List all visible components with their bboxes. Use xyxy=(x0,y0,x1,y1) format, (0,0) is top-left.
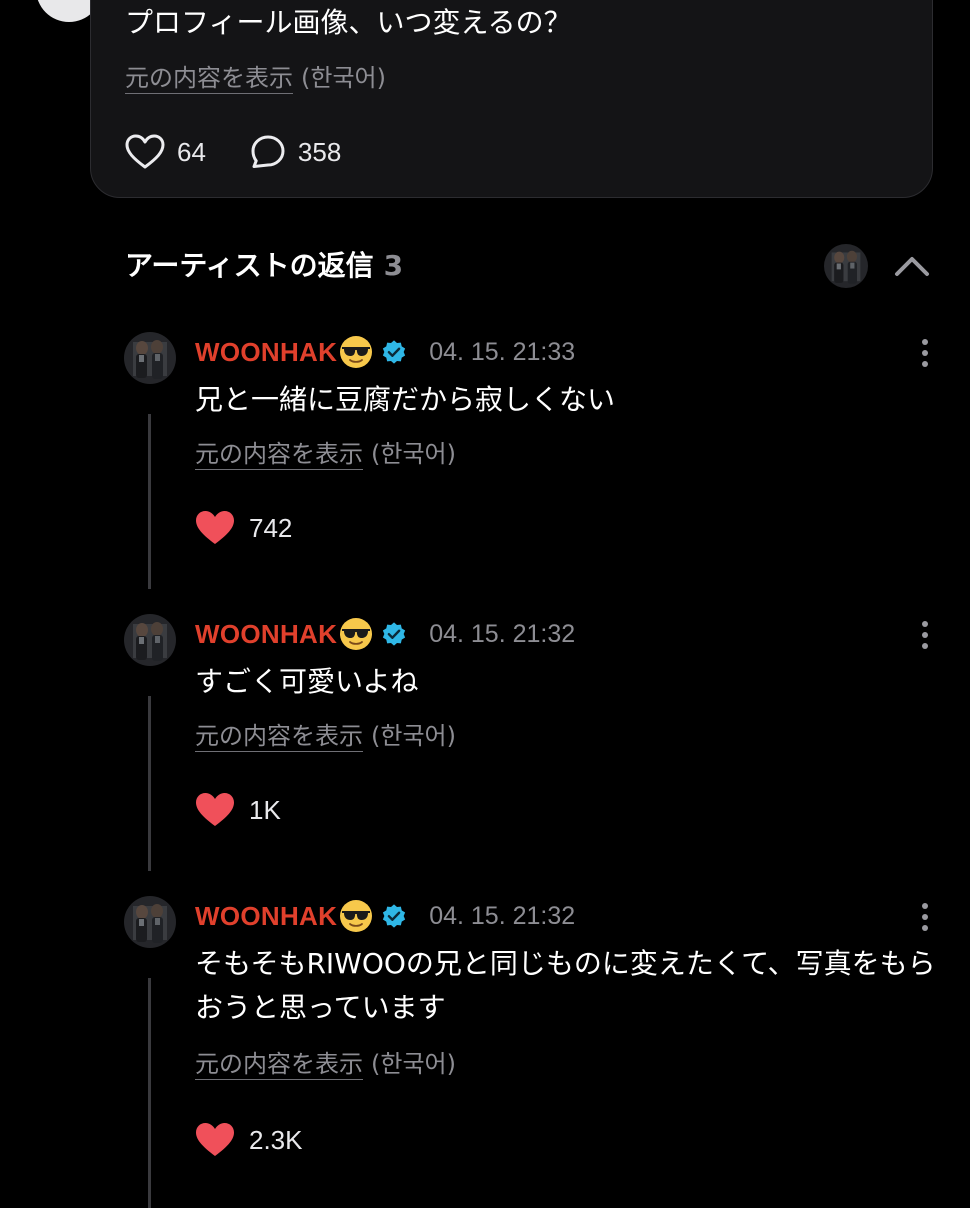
reply-text: そもそもRIWOOの兄と同じものに変えたくて、写真をもらおうと思っています xyxy=(195,947,936,1024)
verified-badge-icon xyxy=(381,339,407,365)
reply-like-button[interactable]: 2.3K xyxy=(195,1122,303,1158)
reply-meta: WOONHAK 04. 15. 21:32 xyxy=(195,898,575,934)
sunglasses-emoji-icon xyxy=(339,617,373,651)
original-language-label: (한국어) xyxy=(301,64,386,92)
post-like-count: 64 xyxy=(177,136,206,167)
vertical-ellipsis-icon[interactable] xyxy=(912,336,938,370)
original-language-label: (한국어) xyxy=(371,722,456,750)
artist-reply: WOONHAK 04. 15. 21:32 そもそもRIWOOの兄と同じものに変… xyxy=(0,896,970,1208)
reply-author-name[interactable]: WOONHAK xyxy=(195,337,337,368)
post-translate-row: 元の内容を表示 (한국어) xyxy=(125,62,386,94)
original-language-label: (한국어) xyxy=(371,440,456,468)
reply-like-button[interactable]: 1K xyxy=(195,792,281,828)
reply-timestamp: 04. 15. 21:32 xyxy=(429,619,576,648)
artist-reply: WOONHAK 04. 15. 21:32 すごく可愛いよね 元の内容を表示 (한… xyxy=(0,614,970,896)
speech-bubble-icon xyxy=(251,135,285,168)
reply-like-count: 2.3K xyxy=(249,1124,303,1155)
reply-author-name[interactable]: WOONHAK xyxy=(195,619,337,650)
post-like-button[interactable]: 64 xyxy=(125,134,206,170)
post-comment-count: 358 xyxy=(297,136,342,167)
artist-reply: WOONHAK 04. 15. 21:33 兄と一緒に豆腐だから寂しくない 元の… xyxy=(0,332,970,614)
heart-filled-icon xyxy=(195,510,235,546)
artist-replies-header: アーティストの返信 3 xyxy=(125,246,403,286)
thread-line xyxy=(148,978,151,1208)
show-original-link[interactable]: 元の内容を表示 xyxy=(195,1050,363,1080)
heart-filled-icon xyxy=(195,792,235,828)
reply-author-name[interactable]: WOONHAK xyxy=(195,901,337,932)
reply-translate-row: 元の内容を表示 (한국어) xyxy=(195,438,456,470)
vertical-ellipsis-icon[interactable] xyxy=(912,618,938,652)
artist-avatar[interactable] xyxy=(824,244,868,288)
reply-text: すごく可愛いよね xyxy=(195,665,419,698)
verified-badge-icon xyxy=(381,621,407,647)
vertical-ellipsis-icon[interactable] xyxy=(912,900,938,934)
reply-meta: WOONHAK 04. 15. 21:33 xyxy=(195,334,575,370)
post-comment-button[interactable]: 358 xyxy=(250,134,341,170)
artist-replies-title: アーティストの返信 xyxy=(125,249,374,282)
reply-meta: WOONHAK 04. 15. 21:32 xyxy=(195,616,575,652)
reply-like-count: 742 xyxy=(249,512,293,543)
post-text: プロフィール画像、いつ変えるの？ xyxy=(125,6,572,39)
reply-text: 兄と一緒に豆腐だから寂しくない xyxy=(195,383,616,416)
sunglasses-emoji-icon xyxy=(339,899,373,933)
thread-line xyxy=(148,696,151,871)
reply-translate-row: 元の内容を表示 (한국어) xyxy=(195,1048,456,1080)
reply-author-avatar[interactable] xyxy=(124,614,176,666)
reply-author-avatar[interactable] xyxy=(124,332,176,384)
sunglasses-emoji-icon xyxy=(339,335,373,369)
reply-timestamp: 04. 15. 21:33 xyxy=(429,337,576,366)
chevron-up-icon[interactable] xyxy=(892,248,932,284)
reply-timestamp: 04. 15. 21:32 xyxy=(429,901,576,930)
show-original-link[interactable]: 元の内容を表示 xyxy=(125,64,293,94)
reply-translate-row: 元の内容を表示 (한국어) xyxy=(195,720,456,752)
post-actions: 64 358 xyxy=(125,130,341,174)
show-original-link[interactable]: 元の内容を表示 xyxy=(195,440,363,470)
heart-outline-icon xyxy=(125,134,165,169)
reply-author-avatar[interactable] xyxy=(124,896,176,948)
heart-filled-icon xyxy=(195,1122,235,1158)
thread-line xyxy=(148,414,151,589)
verified-badge-icon xyxy=(381,903,407,929)
reply-like-count: 1K xyxy=(249,794,281,825)
show-original-link[interactable]: 元の内容を表示 xyxy=(195,722,363,752)
artist-replies-count: 3 xyxy=(383,249,404,282)
reply-like-button[interactable]: 742 xyxy=(195,510,292,546)
original-language-label: (한국어) xyxy=(371,1050,456,1078)
